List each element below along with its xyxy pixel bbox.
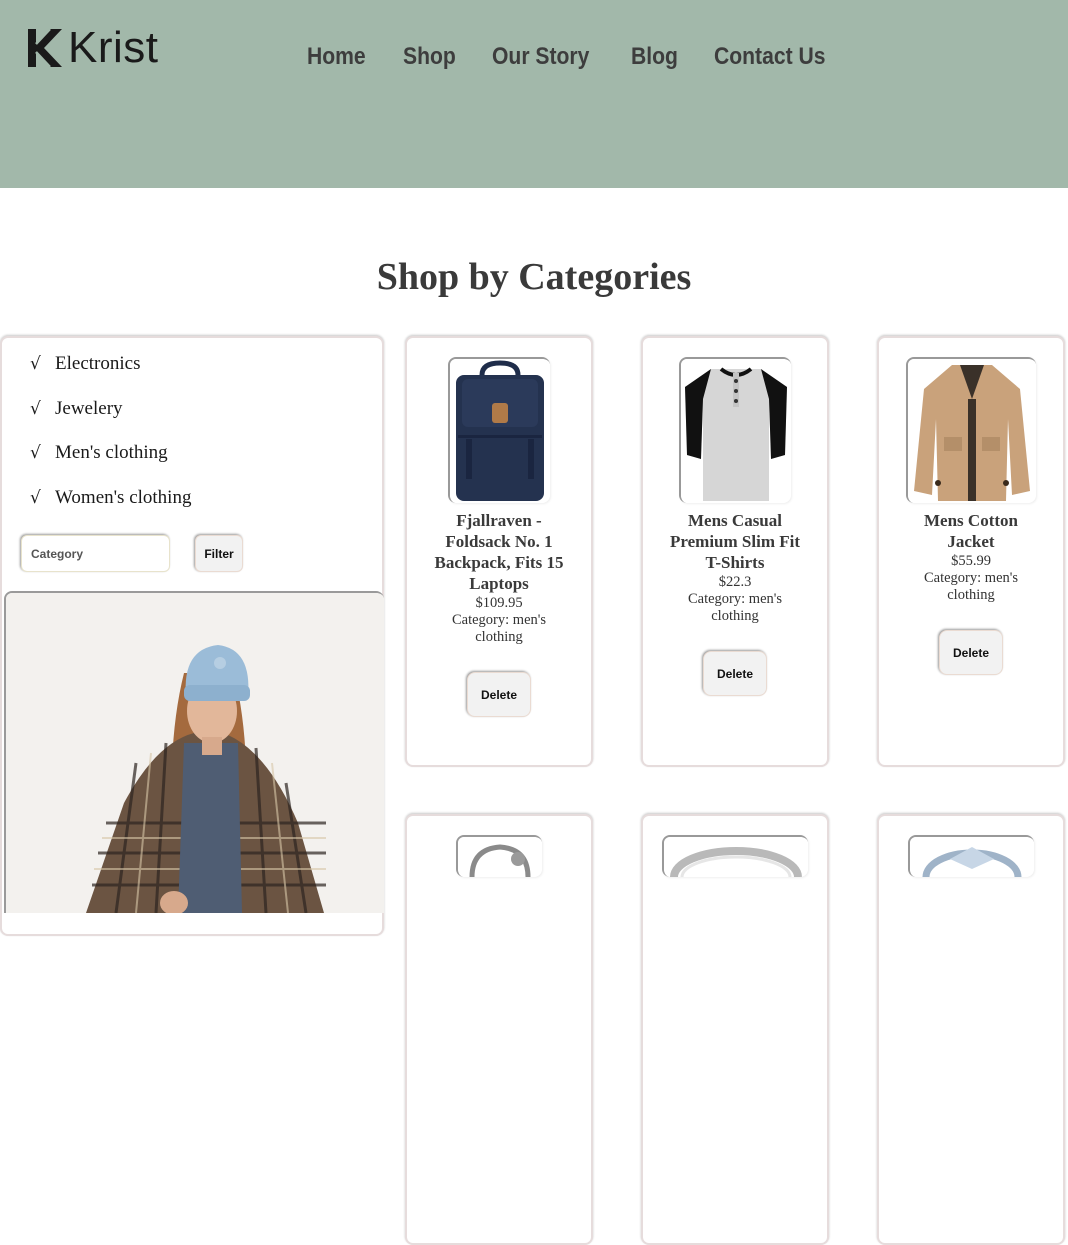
category-label: Jewelery (55, 397, 123, 419)
category-label: Electronics (55, 353, 141, 374)
product-image (662, 835, 808, 877)
product-card: Mens Casual Premium Slim Fit T-Shirts $2… (641, 336, 829, 767)
check-icon: √ (30, 487, 41, 508)
category-label: Women's clothing (55, 486, 192, 508)
product-image (908, 835, 1034, 877)
product-price: $55.99 (951, 553, 991, 569)
delete-button[interactable]: Delete (467, 672, 531, 717)
product-image (456, 835, 542, 877)
product-card (405, 814, 593, 1245)
main-nav: Home Shop Our Story Blog Contact Us (307, 40, 840, 74)
model-photo-icon (6, 593, 384, 913)
product-price: $22.3 (718, 574, 752, 590)
delete-button[interactable]: Delete (703, 651, 767, 696)
product-price: $109.95 (475, 595, 523, 611)
product-info: Fjallraven - Foldsack No. 1 Backpack, Fi… (407, 510, 591, 646)
category-list: √ Electronics √ Jewelery √ Men's clothing √… (30, 352, 191, 530)
category-label: Men's clothing (55, 442, 168, 463)
category-item-mens-clothing[interactable]: √ Men's clothing (30, 441, 191, 486)
site-header: Krist Home Shop Our Story Blog Contact U… (0, 0, 1068, 188)
check-icon: √ (30, 398, 41, 419)
product-title: Mens Casual Premium Slim Fit T-Shirts (670, 511, 800, 572)
product-card (641, 814, 829, 1245)
category-item-jewelery[interactable]: √ Jewelery (30, 397, 191, 442)
nav-home[interactable]: Home (307, 40, 366, 74)
category-item-electronics[interactable]: √ Electronics (30, 352, 191, 397)
filter-button[interactable]: Filter (195, 535, 243, 572)
nav-contact-us[interactable]: Contact Us (714, 40, 825, 74)
product-card: Mens Cotton Jacket $55.99 Category: men'… (877, 336, 1065, 767)
check-icon: √ (30, 354, 41, 374)
bracelet-icon (458, 837, 542, 877)
product-image (448, 357, 550, 503)
nav-our-story[interactable]: Our Story (492, 40, 589, 74)
delete-button[interactable]: Delete (939, 630, 1003, 675)
nav-blog[interactable]: Blog (631, 40, 678, 74)
brand-logo[interactable]: Krist (26, 26, 159, 70)
product-category: Category: men's clothing (923, 570, 1019, 603)
nav-shop[interactable]: Shop (403, 40, 456, 74)
krist-logo-icon (28, 28, 62, 68)
product-card: Fjallraven - Foldsack No. 1 Backpack, Fi… (405, 336, 593, 767)
check-icon: √ (30, 443, 41, 463)
product-info: Mens Casual Premium Slim Fit T-Shirts $2… (643, 510, 827, 625)
product-image (679, 357, 791, 503)
tshirt-icon (681, 359, 791, 503)
product-card (877, 814, 1065, 1245)
category-item-womens-clothing[interactable]: √ Women's clothing (30, 486, 191, 531)
product-title: Fjallraven - Foldsack No. 1 Backpack, Fi… (434, 511, 564, 593)
product-category: Category: men's clothing (451, 612, 547, 645)
category-sidebar: √ Electronics √ Jewelery √ Men's clothing √… (0, 336, 384, 936)
product-title: Mens Cotton Jacket (924, 511, 1018, 551)
product-category: Category: men's clothing (687, 591, 783, 624)
diamond-ring-icon (910, 837, 1034, 877)
product-info: Mens Cotton Jacket $55.99 Category: men'… (879, 510, 1063, 604)
jacket-icon (908, 359, 1036, 503)
product-image (906, 357, 1036, 503)
page-title: Shop by Categories (376, 256, 692, 298)
category-input[interactable] (21, 535, 170, 572)
backpack-icon (450, 359, 550, 503)
promo-image (4, 591, 384, 913)
brand-name: Krist (68, 23, 159, 72)
ring-icon (664, 837, 808, 877)
